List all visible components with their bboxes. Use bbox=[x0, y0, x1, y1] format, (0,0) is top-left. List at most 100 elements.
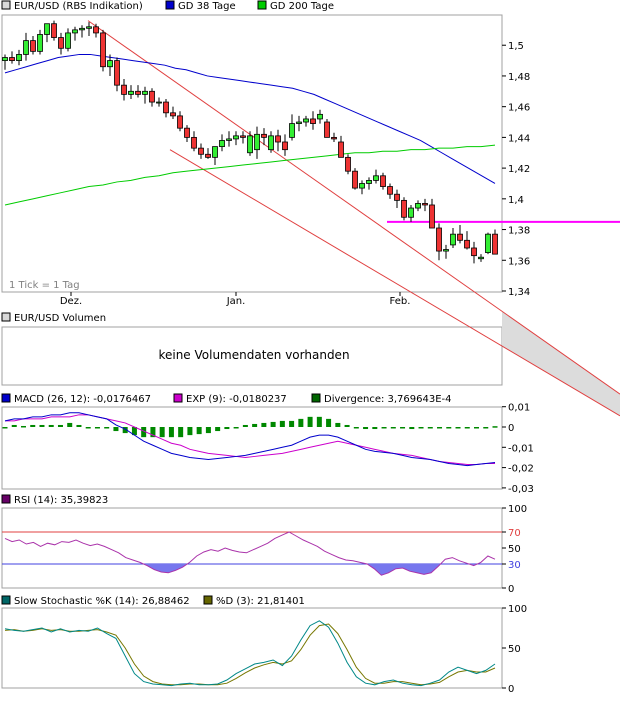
candle-down bbox=[353, 171, 358, 188]
x-tick-label: Jan. bbox=[226, 296, 246, 307]
candle bbox=[115, 58, 120, 92]
candle bbox=[136, 85, 141, 97]
candle bbox=[283, 134, 288, 156]
candle-down bbox=[241, 136, 246, 138]
candle bbox=[234, 131, 239, 145]
candle bbox=[472, 242, 477, 264]
legend-swatch bbox=[204, 596, 212, 604]
divergence-bar bbox=[76, 425, 81, 427]
candle bbox=[80, 25, 85, 37]
candle bbox=[304, 116, 309, 127]
divergence-bar bbox=[317, 417, 322, 427]
y-tick-label: -0,02 bbox=[508, 464, 534, 475]
stochastic-plot: 100500 bbox=[5, 604, 527, 695]
candle-down bbox=[332, 137, 337, 139]
candle-down bbox=[164, 102, 169, 113]
divergence-bar bbox=[12, 425, 17, 427]
candle-down bbox=[262, 134, 267, 137]
candle bbox=[297, 116, 302, 131]
legend-swatch bbox=[174, 394, 182, 402]
candle-up bbox=[3, 58, 8, 61]
legend-label: MACD (26, 12): -0,0176467 bbox=[14, 394, 151, 405]
candle bbox=[143, 87, 148, 104]
divergence-bar bbox=[169, 427, 174, 437]
y-tick-label: -0,01 bbox=[508, 443, 534, 454]
candle bbox=[311, 111, 316, 129]
candle-up bbox=[304, 119, 309, 122]
divergence-bar bbox=[382, 427, 387, 429]
divergence-bar bbox=[58, 425, 63, 427]
candle bbox=[10, 51, 15, 63]
candle-up bbox=[73, 30, 78, 33]
candle-up bbox=[213, 147, 218, 158]
macd-panel bbox=[2, 407, 502, 489]
chart-canvas: EUR/USD (RBS Indikation)GD 38 TageGD 200… bbox=[0, 0, 620, 698]
candle-up bbox=[108, 61, 113, 67]
y-tick-label: 100 bbox=[508, 604, 527, 615]
legend-swatch bbox=[2, 1, 10, 9]
divergence-bar bbox=[243, 425, 248, 427]
candle-up bbox=[24, 41, 29, 55]
divergence-bar bbox=[187, 427, 192, 435]
candle bbox=[437, 223, 442, 260]
candle bbox=[220, 134, 225, 151]
stoch-d-line bbox=[5, 624, 495, 685]
candle-down bbox=[150, 91, 155, 102]
candle-down bbox=[115, 61, 120, 86]
divergence-bar bbox=[354, 427, 359, 429]
candle bbox=[381, 173, 386, 190]
candle bbox=[269, 131, 274, 153]
candle bbox=[241, 131, 246, 143]
candle-down bbox=[136, 91, 141, 94]
tick-note: 1 Tick = 1 Tag bbox=[9, 280, 80, 291]
candle bbox=[325, 119, 330, 137]
legend-label: EUR/USD Volumen bbox=[14, 313, 106, 324]
divergence-bar bbox=[289, 421, 294, 427]
y-tick-label: 1,5 bbox=[508, 41, 524, 52]
candle bbox=[150, 88, 155, 106]
candle-up bbox=[255, 134, 260, 149]
y-tick-label: 0 bbox=[508, 684, 514, 695]
legend-label: GD 200 Tage bbox=[270, 1, 334, 12]
divergence-bar bbox=[49, 425, 54, 427]
divergence-bar bbox=[372, 427, 377, 429]
candle bbox=[493, 230, 498, 255]
divergence-bar bbox=[465, 427, 470, 429]
divergence-bar bbox=[197, 427, 202, 434]
candle-up bbox=[374, 176, 379, 181]
candle bbox=[101, 30, 106, 71]
legend-swatch bbox=[2, 596, 10, 604]
candle-down bbox=[10, 58, 15, 61]
candle bbox=[3, 54, 8, 69]
candle bbox=[409, 205, 414, 222]
price-panel bbox=[2, 15, 502, 292]
legend-label: Slow Stochastic %K (14): 26,88462 bbox=[14, 596, 190, 607]
candle-up bbox=[409, 208, 414, 217]
candle-down bbox=[395, 194, 400, 200]
legend-label: EXP (9): -0,0180237 bbox=[186, 394, 287, 405]
stoch-k-line bbox=[5, 621, 495, 686]
candle bbox=[374, 170, 379, 184]
candle-down bbox=[346, 157, 351, 171]
price-legend: EUR/USD (RBS Indikation)GD 38 TageGD 200… bbox=[2, 1, 334, 12]
candle-up bbox=[234, 136, 239, 139]
legend-swatch bbox=[312, 394, 320, 402]
candle bbox=[129, 85, 134, 99]
divergence-bar bbox=[39, 425, 44, 427]
divergence-bar bbox=[3, 427, 8, 429]
candle-down bbox=[276, 136, 281, 142]
candle bbox=[318, 110, 323, 124]
candle-down bbox=[437, 228, 442, 251]
candle-up bbox=[38, 34, 43, 51]
candle bbox=[31, 36, 36, 54]
y-tick-label: 1,42 bbox=[508, 164, 530, 175]
candle-up bbox=[360, 183, 365, 188]
divergence-bar bbox=[206, 427, 211, 433]
candle bbox=[458, 225, 463, 243]
divergence-bar bbox=[409, 427, 414, 429]
candle-down bbox=[402, 200, 407, 217]
divergence-bar bbox=[234, 427, 239, 429]
y-tick-label: 1,4 bbox=[508, 195, 524, 206]
candle-up bbox=[479, 257, 484, 259]
candle-down bbox=[178, 116, 183, 128]
